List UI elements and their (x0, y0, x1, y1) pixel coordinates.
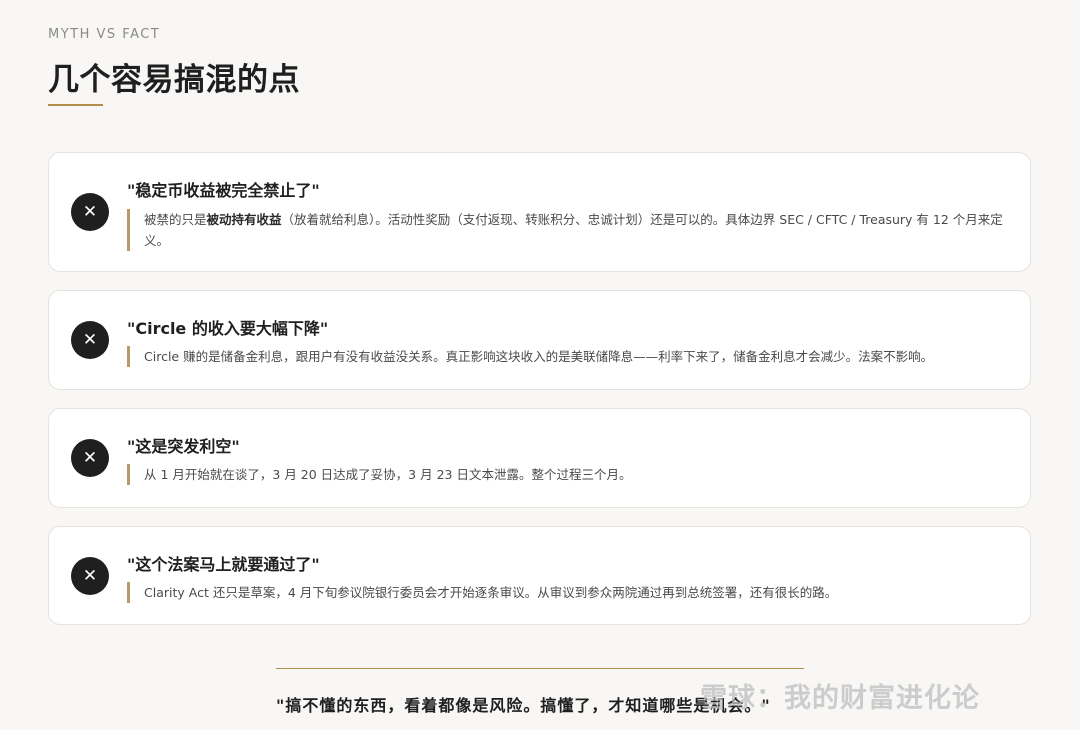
myth-statement: "这是突发利空" (127, 437, 240, 456)
close-x-icon: ✕ (71, 439, 109, 477)
myth-statement: "这个法案马上就要通过了" (127, 555, 320, 574)
close-x-icon: ✕ (71, 556, 109, 595)
myth-card-4: ✕ "这个法案马上就要通过了" Clarity Act 还只是草案，4 月下旬参… (48, 526, 1031, 625)
fact-explanation: Circle 赚的是储备金利息，跟用户有没有收益没关系。真正影响这块收入的是美联… (127, 346, 1006, 367)
close-x-icon: ✕ (71, 321, 109, 359)
fact-explanation: 被禁的只是被动持有收益（放着就给利息）。活动性奖励（支付返现、转账积分、忠诚计划… (127, 209, 1006, 251)
fact-explanation: 从 1 月开始就在谈了，3 月 20 日达成了妥协，3 月 23 日文本泄露。整… (127, 464, 1006, 485)
eyebrow-label: MYTH VS FACT (48, 27, 161, 42)
myth-statement: "稳定币收益被完全禁止了" (127, 181, 320, 200)
fact-text-prefix: 被禁的只是 (144, 212, 207, 227)
myth-card-3: ✕ "这是突发利空" 从 1 月开始就在谈了，3 月 20 日达成了妥协，3 月… (48, 408, 1031, 508)
fact-explanation: Clarity Act 还只是草案，4 月下旬参议院银行委员会才开始逐条审议。从… (127, 582, 1006, 603)
fact-text-highlight: 被动持有收益 (206, 212, 282, 227)
quote-divider (276, 668, 804, 669)
myth-card-2: ✕ "Circle 的收入要大幅下降" Circle 赚的是储备金利息，跟用户有… (48, 290, 1031, 390)
closing-quote: "搞不懂的东西，看着都像是风险。搞懂了，才知道哪些是机会。" (276, 696, 771, 715)
close-x-icon: ✕ (71, 193, 109, 231)
myth-statement: "Circle 的收入要大幅下降" (127, 319, 329, 338)
myth-card-1: ✕ "稳定币收益被完全禁止了" 被禁的只是被动持有收益（放着就给利息）。活动性奖… (48, 152, 1031, 272)
page-title: 几个容易搞混的点 (48, 62, 300, 98)
watermark: 雪球：我的财富进化论 (700, 683, 980, 714)
title-underline (48, 104, 103, 106)
